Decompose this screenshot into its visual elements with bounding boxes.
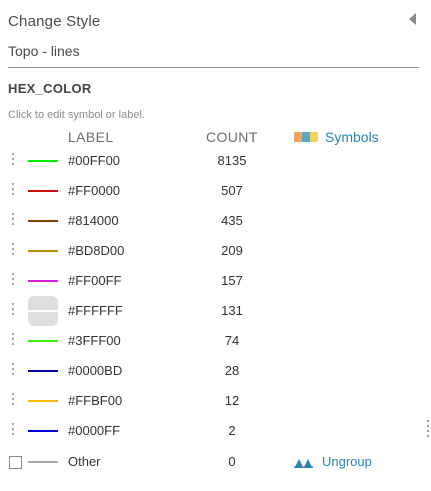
category-label[interactable]: #FFFFFF — [68, 303, 123, 318]
other-count: 0 — [228, 454, 236, 469]
drag-handle-icon[interactable] — [11, 153, 15, 169]
column-header-count: COUNT — [206, 129, 258, 145]
category-row: #FFBF00 12 — [0, 386, 420, 416]
symbols-label: Symbols — [325, 129, 379, 145]
drag-handle-icon[interactable] — [11, 273, 15, 289]
category-count: 131 — [221, 303, 243, 318]
change-style-panel: Change Style Topo - lines HEX_COLOR Clic… — [0, 0, 431, 491]
category-row: #FF0000 507 — [0, 176, 420, 206]
category-row: #814000 435 — [0, 206, 420, 236]
other-label[interactable]: Other — [68, 454, 101, 469]
category-row: #FF00FF 157 — [0, 266, 420, 296]
category-row: #3FFF00 74 — [0, 326, 420, 356]
category-symbol[interactable] — [28, 340, 58, 342]
category-count: 2 — [228, 423, 236, 438]
category-label[interactable]: #BD8D00 — [68, 243, 124, 258]
category-symbol[interactable] — [28, 280, 58, 282]
category-row: #00FF00 8135 — [0, 146, 420, 176]
category-symbol[interactable] — [28, 430, 58, 432]
field-name: HEX_COLOR — [8, 81, 92, 96]
category-count: 435 — [221, 213, 243, 228]
drag-handle-icon[interactable] — [11, 243, 15, 259]
category-label[interactable]: #3FFF00 — [68, 333, 121, 348]
category-symbol[interactable] — [28, 250, 58, 252]
drag-handle-icon[interactable] — [11, 183, 15, 199]
layer-name: Topo - lines — [8, 43, 80, 59]
category-label[interactable]: #00FF00 — [68, 153, 120, 168]
category-label[interactable]: #FF00FF — [68, 273, 121, 288]
other-checkbox[interactable] — [9, 456, 22, 469]
category-symbol[interactable] — [28, 160, 58, 162]
category-symbol[interactable] — [28, 370, 58, 372]
drag-handle-icon[interactable] — [11, 213, 15, 229]
drag-handle-icon[interactable] — [11, 303, 15, 319]
palette-swatch-icon — [310, 132, 318, 142]
category-row: #0000BD 28 — [0, 356, 420, 386]
category-symbol[interactable] — [28, 220, 58, 222]
category-row: #FFFFFF 131 — [0, 296, 420, 326]
category-label[interactable]: #0000FF — [68, 423, 120, 438]
symbols-button[interactable]: Symbols — [294, 129, 379, 145]
category-label[interactable]: #0000BD — [68, 363, 122, 378]
column-header-label: LABEL — [68, 129, 114, 145]
ungroup-button[interactable]: Ungroup — [294, 454, 372, 469]
resize-handle[interactable] — [427, 420, 431, 438]
category-symbol[interactable] — [28, 296, 58, 326]
category-count: 209 — [221, 243, 243, 258]
category-count: 28 — [224, 363, 240, 378]
drag-handle-icon[interactable] — [11, 333, 15, 349]
collapse-panel-icon[interactable] — [409, 13, 416, 25]
category-count: 74 — [224, 333, 240, 348]
category-count: 157 — [221, 273, 243, 288]
category-count: 12 — [224, 393, 240, 408]
palette-swatch-icon — [294, 132, 302, 142]
category-label[interactable]: #814000 — [68, 213, 119, 228]
ungroup-arrows-icon — [294, 458, 313, 468]
category-label[interactable]: #FFBF00 — [68, 393, 122, 408]
divider — [8, 67, 419, 68]
category-symbol[interactable] — [28, 190, 58, 192]
edit-hint: Click to edit symbol or label. — [8, 109, 145, 121]
ungroup-label: Ungroup — [322, 454, 372, 469]
drag-handle-icon[interactable] — [11, 363, 15, 379]
category-symbol[interactable] — [28, 400, 58, 402]
category-count: 8135 — [217, 153, 247, 168]
category-label[interactable]: #FF0000 — [68, 183, 120, 198]
category-row: #BD8D00 209 — [0, 236, 420, 266]
palette-swatch-icon — [302, 132, 310, 142]
drag-handle-icon[interactable] — [11, 423, 15, 439]
other-symbol[interactable] — [28, 461, 58, 463]
category-row: #0000FF 2 — [0, 416, 420, 446]
other-row: Other 0 Ungroup — [0, 447, 420, 477]
drag-handle-icon[interactable] — [11, 393, 15, 409]
category-count: 507 — [221, 183, 243, 198]
panel-title: Change Style — [8, 13, 101, 30]
